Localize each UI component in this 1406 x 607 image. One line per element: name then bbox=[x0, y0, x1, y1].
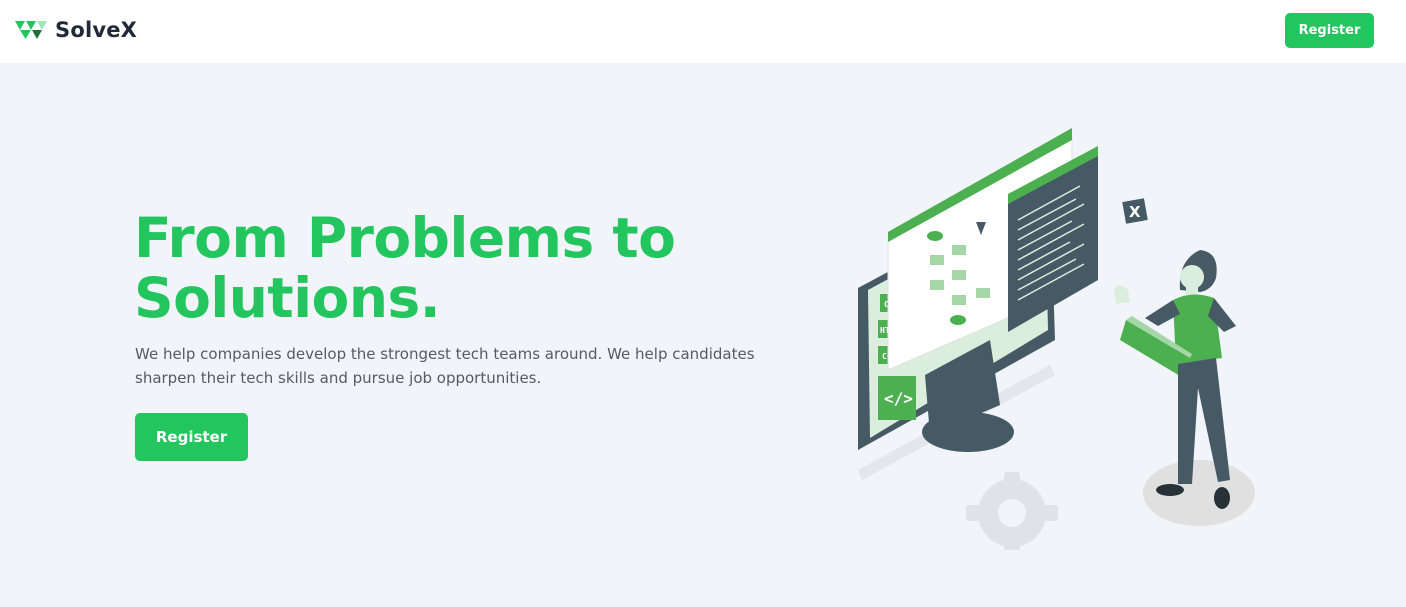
gear-icon bbox=[966, 472, 1058, 550]
hero-subtitle: We help companies develop the strongest … bbox=[135, 345, 755, 387]
brand-name: SolveX bbox=[55, 18, 138, 42]
top-navbar: SolveX Register bbox=[0, 0, 1406, 63]
hero-register-button[interactable]: Register bbox=[135, 413, 248, 461]
nav-register-button[interactable]: Register bbox=[1285, 13, 1374, 48]
brand[interactable]: SolveX bbox=[15, 17, 137, 43]
svg-text:X: X bbox=[1129, 203, 1141, 221]
triangle-logo-icon bbox=[15, 21, 47, 39]
person bbox=[1114, 250, 1255, 526]
code-icon: </> bbox=[884, 389, 913, 408]
close-icon: X bbox=[1122, 198, 1148, 224]
developer-illustration: CSS HTML C++ </> bbox=[858, 128, 1255, 550]
hero-title: From Problems to Solutions. bbox=[134, 206, 676, 330]
